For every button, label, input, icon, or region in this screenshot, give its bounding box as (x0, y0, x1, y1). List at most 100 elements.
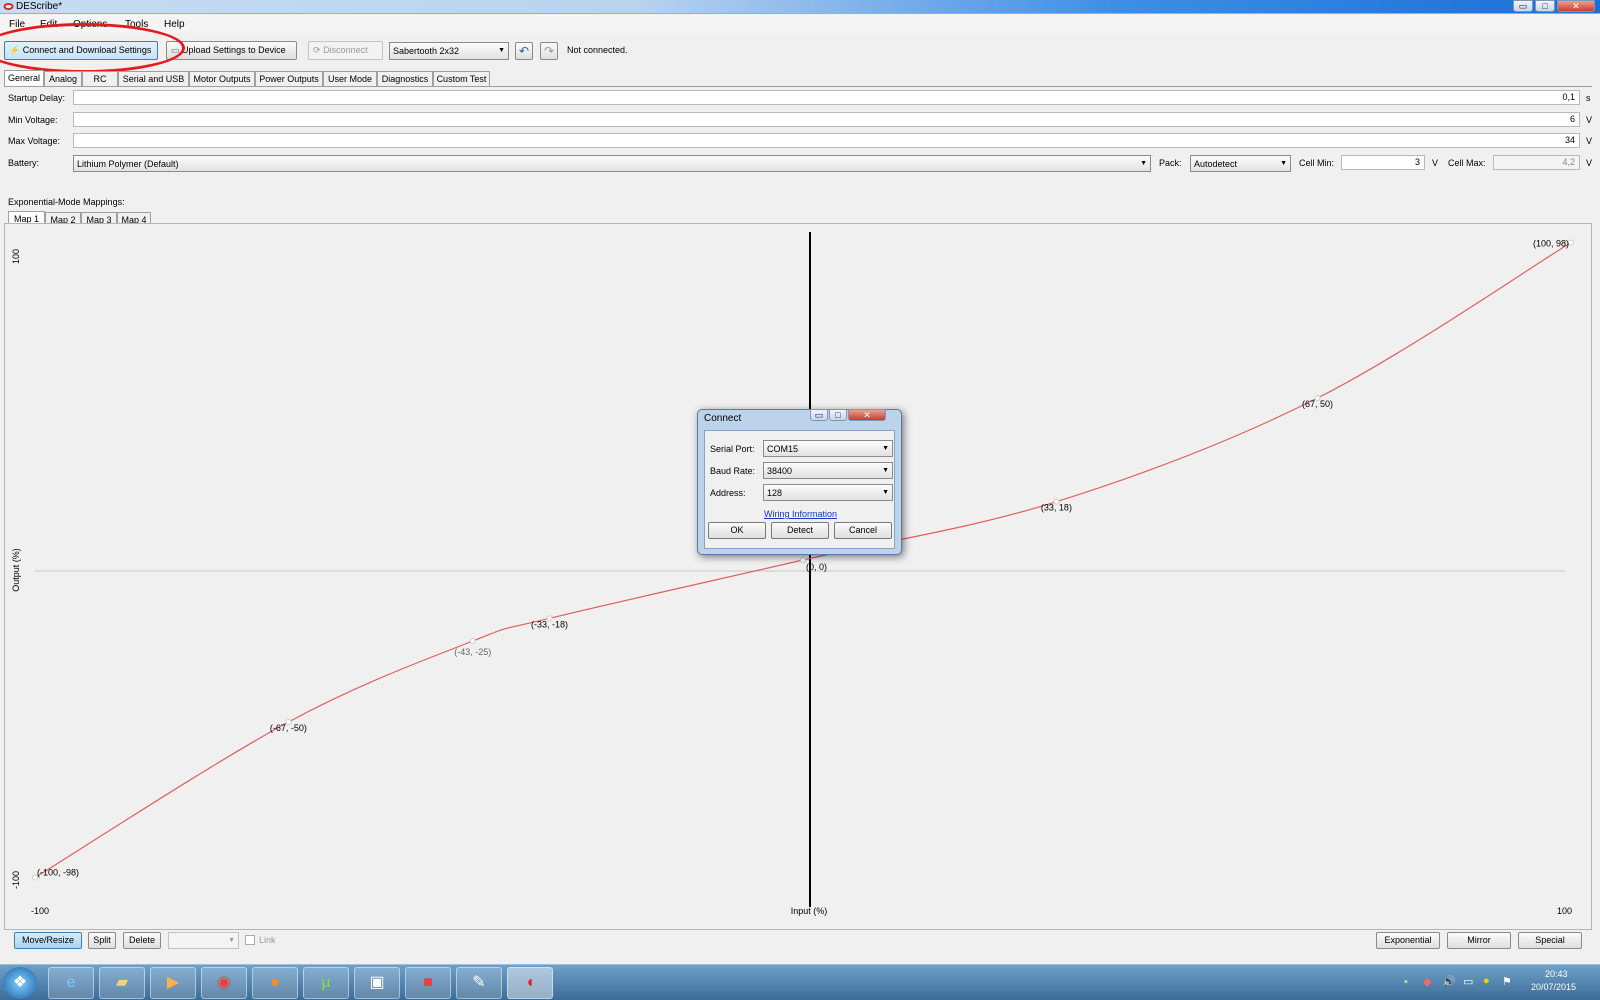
chevron-down-icon: ▼ (498, 47, 505, 54)
redo-button[interactable]: ↷ (540, 42, 558, 60)
internet-explorer-icon: e (66, 974, 76, 991)
toolbox-icon: ■ (423, 974, 433, 991)
tab-analog[interactable]: Analog (44, 71, 82, 86)
windows-logo-icon: ❖ (12, 974, 28, 991)
maximize-button[interactable]: □ (1535, 0, 1555, 12)
mapping-graph-canvas[interactable]: (-100, -98) (-67, -50) (-43, -25) (-33, -18… (5, 224, 1593, 931)
taskbar-remote-desktop[interactable]: ▣ (354, 967, 400, 999)
dialog-close-button[interactable]: ✕ (848, 409, 886, 421)
x-axis-left-label: -100 (31, 906, 49, 916)
min-voltage-field[interactable]: 6 (73, 112, 1580, 127)
minimize-button[interactable]: ▭ (1513, 0, 1533, 12)
mirror-button[interactable]: Mirror (1447, 932, 1511, 949)
notification-tray-icon[interactable]: ● (1483, 975, 1490, 987)
special-button[interactable]: Special (1518, 932, 1582, 949)
address-label: Address: (710, 488, 746, 498)
pack-select[interactable]: Autodetect ▼ (1190, 155, 1291, 172)
dialog-maximize-button[interactable]: □ (829, 409, 847, 421)
device-select[interactable]: Sabertooth 2x32 ▼ (389, 42, 509, 60)
ok-button[interactable]: OK (708, 522, 766, 539)
taskbar-paint[interactable]: ✎ (456, 967, 502, 999)
clock-time[interactable]: 20:43 (1545, 969, 1568, 979)
utorrent-icon: µ (321, 974, 331, 991)
dialog-minimize-button[interactable]: ▭ (810, 409, 828, 421)
start-button[interactable]: ❖ (3, 967, 37, 999)
tab-motor-outputs[interactable]: Motor Outputs (189, 71, 255, 86)
curve-point-label: (-33, -18) (531, 619, 568, 629)
delete-button[interactable]: Delete (123, 932, 161, 949)
toolbar: ⚡ Connect and Download Settings ▭ Upload… (0, 36, 1600, 64)
baud-rate-value: 38400 (767, 466, 793, 476)
baud-rate-select[interactable]: 38400 ▼ (763, 462, 893, 479)
action-center-icon[interactable]: ⚑ (1502, 975, 1512, 988)
clock-date[interactable]: 20/07/2015 (1531, 982, 1576, 992)
tab-diagnostics[interactable]: Diagnostics (377, 71, 433, 86)
security-tray-icon[interactable]: ◆ (1423, 975, 1431, 988)
close-button[interactable]: ✕ (1557, 0, 1595, 12)
remote-desktop-icon: ▣ (369, 974, 385, 991)
x-axis-right-label: 100 (1557, 906, 1572, 916)
startup-delay-label: Startup Delay: (8, 93, 66, 103)
address-value: 128 (767, 488, 783, 498)
taskbar-describe[interactable]: ◖ (507, 967, 553, 999)
highlight-oval (0, 23, 185, 73)
link-checkbox[interactable] (245, 935, 255, 945)
pack-label: Pack: (1159, 158, 1182, 168)
wiring-information-link[interactable]: Wiring Information (764, 509, 837, 519)
describe-icon: ◖ (525, 974, 535, 991)
describe-app-icon (3, 3, 14, 10)
chevron-down-icon: ▼ (228, 937, 235, 944)
cell-min-field[interactable]: 3 (1341, 155, 1425, 170)
taskbar-internet-explorer[interactable]: e (48, 967, 94, 999)
max-voltage-field[interactable]: 34 (73, 133, 1580, 148)
serial-port-select[interactable]: COM15 ▼ (763, 440, 893, 457)
network-icon[interactable]: ▭ (1463, 975, 1473, 988)
tab-user-mode[interactable]: User Mode (323, 71, 377, 86)
curve-point-label: (-100, -98) (37, 868, 79, 878)
max-voltage-unit: V (1586, 136, 1593, 146)
x-axis-title: Input (%) (791, 906, 828, 916)
move-resize-button[interactable]: Move/Resize (14, 932, 82, 949)
menu-help[interactable]: Help (164, 19, 185, 30)
tab-rc[interactable]: RC (82, 71, 118, 86)
dialog-body: Serial Port: COM15 ▼ Baud Rate: 38400 ▼ … (704, 430, 895, 549)
serial-port-value: COM15 (767, 444, 799, 454)
volume-icon[interactable]: 🔊 (1442, 975, 1456, 988)
curve-point[interactable] (1568, 239, 1574, 246)
taskbar-toolbox[interactable]: ■ (405, 967, 451, 999)
battery-select[interactable]: Lithium Polymer (Default) ▼ (73, 155, 1151, 172)
taskbar-media-player[interactable]: ▶ (150, 967, 196, 999)
split-button[interactable]: Split (88, 932, 116, 949)
detect-button[interactable]: Detect (771, 522, 829, 539)
min-voltage-unit: V (1586, 115, 1593, 125)
startup-delay-field[interactable]: 0,1 (73, 90, 1580, 105)
tab-general[interactable]: General (4, 70, 44, 86)
cancel-button[interactable]: Cancel (834, 522, 892, 539)
nvidia-tray-icon[interactable]: ▪ (1404, 976, 1408, 988)
chevron-down-icon: ▼ (882, 489, 889, 496)
curve-point-label: (67, 50) (1302, 399, 1333, 409)
taskbar-utorrent[interactable]: µ (303, 967, 349, 999)
curve-point[interactable] (800, 557, 806, 563)
tab-custom-test[interactable]: Custom Test (433, 71, 490, 86)
chevron-down-icon: ▼ (1140, 160, 1147, 167)
tab-power-outputs[interactable]: Power Outputs (255, 71, 323, 86)
taskbar-chrome[interactable]: ◉ (201, 967, 247, 999)
address-select[interactable]: 128 ▼ (763, 484, 893, 501)
pack-value: Autodetect (1194, 159, 1238, 169)
curve-point[interactable] (469, 638, 476, 644)
point-type-select[interactable]: ▼ (168, 932, 239, 949)
undo-button[interactable]: ↶ (515, 42, 533, 60)
cell-min-unit: V (1432, 158, 1439, 168)
taskbar-firefox[interactable]: ● (252, 967, 298, 999)
curve-point-label: (33, 18) (1041, 503, 1072, 513)
folder-icon: ▰ (115, 974, 129, 991)
upload-settings-button[interactable]: ▭ Upload Settings to Device (166, 41, 297, 60)
chevron-down-icon: ▼ (882, 445, 889, 452)
mapping-graph[interactable]: (-100, -98) (-67, -50) (-43, -25) (-33, -18… (4, 223, 1592, 930)
taskbar-file-explorer[interactable]: ▰ (99, 967, 145, 999)
tab-serial-usb[interactable]: Serial and USB (118, 71, 189, 86)
media-player-icon: ▶ (166, 974, 180, 991)
disconnect-button[interactable]: ⟳ Disconnect (308, 41, 383, 60)
exponential-button[interactable]: Exponential (1376, 932, 1440, 949)
